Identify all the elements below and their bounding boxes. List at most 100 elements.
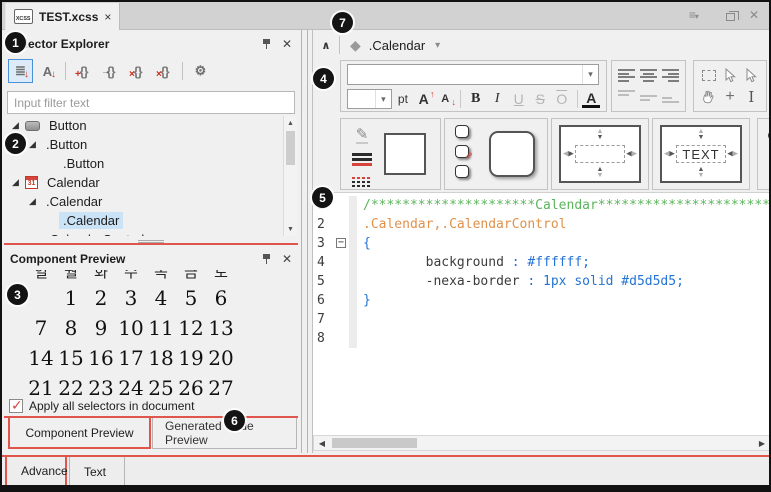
code-line[interactable]: 8 [313, 329, 771, 348]
scroll-down-icon[interactable]: ▼ [284, 222, 297, 236]
doc-tab-close-icon[interactable]: × [104, 11, 111, 23]
cursor-tools-group: + I [693, 60, 767, 112]
tree-row[interactable]: ▷.CalendarControl [4, 230, 283, 236]
chevron-down-icon[interactable]: ▾ [375, 90, 391, 108]
apply-selectors-checkbox[interactable]: ✓ [9, 399, 23, 413]
scrollbar-thumb[interactable] [286, 131, 295, 165]
add-tool-icon[interactable]: + [725, 89, 734, 105]
scroll-left-icon[interactable]: ◀ [315, 436, 329, 450]
calendar-day-number: 18 [146, 346, 176, 370]
tree-row[interactable]: ◢31Calendar [4, 173, 283, 192]
goto-selector-button[interactable]: {}→ [98, 59, 123, 83]
valign-middle-icon[interactable] [640, 90, 657, 103]
delete-all-selectors-button[interactable]: {}× [152, 59, 177, 83]
delete-selector-button[interactable]: {}× [125, 59, 150, 83]
valign-bottom-icon[interactable] [662, 90, 679, 103]
selector-dropdown-icon[interactable]: ▾ [435, 40, 440, 51]
text-padding-editor-group[interactable]: ▲▼ ▲▼ ◀▶ ◀▶ TEXT [652, 118, 750, 190]
code-token: background [426, 253, 504, 272]
decrease-font-button[interactable]: A↓ [435, 93, 455, 105]
strikethrough-button[interactable]: S [530, 91, 550, 107]
radius-option-icon[interactable] [455, 165, 469, 178]
scrollbar-thumb[interactable] [332, 438, 417, 448]
tree-row[interactable]: ◢Button [4, 116, 283, 135]
tree-expander-icon[interactable]: ◢ [27, 139, 38, 150]
scroll-up-icon[interactable]: ▲ [284, 116, 297, 130]
align-left-icon[interactable] [618, 69, 635, 82]
fold-minus-icon[interactable]: − [336, 238, 346, 248]
solid-border-icon[interactable] [352, 153, 372, 168]
code-line[interactable]: 6} [313, 291, 771, 310]
code-line[interactable]: 7 [313, 310, 771, 329]
day-header-text: 목 [146, 270, 176, 282]
panel-close-icon[interactable]: ✕ [282, 38, 292, 50]
font-size-combobox[interactable]: ▾ [347, 89, 392, 109]
fold-marker-icon[interactable]: − [335, 234, 349, 253]
tree-expander-icon[interactable]: ◢ [10, 120, 21, 131]
tree-expander-icon[interactable]: ◢ [10, 177, 21, 188]
settings-button[interactable]: ⚙ [188, 59, 213, 83]
add-selector-button[interactable]: {}+ [71, 59, 96, 83]
close-icon[interactable]: ✕ [749, 9, 759, 21]
mode-tab-text[interactable]: Text [69, 457, 125, 487]
tree-vertical-scrollbar[interactable]: ▲ ▼ [283, 116, 297, 236]
fold-margin [335, 272, 349, 291]
tree-row[interactable]: ◢.Calendar [4, 192, 283, 211]
corner-radius-group[interactable]: ✎ [444, 118, 548, 190]
radius-option-edit-icon[interactable]: ✎ [455, 145, 469, 158]
increase-font-button[interactable]: A↑ [414, 91, 434, 107]
code-token: { [363, 234, 371, 253]
valign-top-icon[interactable] [618, 90, 635, 103]
doc-tab-test-xcss[interactable]: XCSS TEST.xcss × [5, 3, 120, 30]
xcss-editor-window: XCSS TEST.xcss × ≡▾ ✕ Selector Explorer … [0, 0, 771, 492]
marquee-select-icon[interactable] [702, 70, 716, 81]
font-family-combobox[interactable]: ▾ [347, 64, 599, 85]
tree-item-label: Calendar [43, 174, 104, 191]
tree-row[interactable]: .Calendar [4, 211, 283, 230]
sort-alpha-button[interactable]: A↓ [35, 59, 60, 83]
preview-tab-component-preview[interactable]: Component Preview [8, 418, 151, 449]
tree-expander-icon[interactable]: ◢ [27, 196, 38, 207]
pin-icon[interactable] [262, 253, 271, 264]
pointer-cursor-icon[interactable] [723, 68, 737, 83]
border-style-group[interactable]: ✎ [340, 118, 441, 190]
tree-expander-icon[interactable]: ▷ [27, 234, 38, 236]
font-color-button[interactable]: A [582, 91, 600, 108]
window-list-menu-icon[interactable]: ≡▾ [689, 9, 698, 21]
code-line[interactable]: 4 background : #ffffff; [313, 253, 771, 272]
chevron-down-icon[interactable]: ▾ [582, 65, 598, 84]
fold-margin [335, 215, 349, 234]
collapse-chevron-icon[interactable]: ∧ [313, 39, 339, 52]
bold-button[interactable]: B [466, 91, 486, 107]
pin-icon[interactable] [262, 38, 271, 49]
tree-row[interactable]: .Button [4, 154, 283, 173]
dashed-border-icon[interactable] [352, 177, 372, 189]
pointer-cursor-alt-icon[interactable] [744, 68, 758, 83]
text-cursor-icon[interactable]: I [748, 88, 754, 106]
code-line[interactable]: 1/*********************Calendar*********… [313, 196, 771, 215]
align-right-icon[interactable] [662, 69, 679, 82]
scroll-right-icon[interactable]: ▶ [755, 436, 769, 450]
code-horizontal-scrollbar[interactable]: ◀ ▶ [313, 435, 771, 451]
underline-button[interactable]: U [509, 91, 529, 107]
tree-row[interactable]: ◢.Button [4, 135, 283, 154]
filter-input[interactable] [7, 91, 295, 114]
code-line[interactable]: 3−{ [313, 234, 771, 253]
align-center-icon[interactable] [640, 69, 657, 82]
border-preview-swatch[interactable] [384, 133, 426, 175]
mode-tab-advance[interactable]: Advance [5, 457, 67, 487]
code-line[interactable]: 2.Calendar,.CalendarControl [313, 215, 771, 234]
panel-close-icon[interactable]: ✕ [282, 253, 292, 265]
pencil-icon[interactable]: ✎ [356, 127, 369, 144]
xcss-code-editor[interactable]: 1/*********************Calendar*********… [313, 192, 771, 435]
italic-button[interactable]: I [487, 91, 507, 107]
radius-option-icon[interactable] [455, 125, 469, 138]
overline-button[interactable]: O [552, 91, 572, 107]
sort-order-button[interactable]: ≣↓ [8, 59, 33, 83]
vertical-splitter[interactable] [298, 30, 312, 453]
radius-preview-swatch[interactable] [489, 131, 535, 177]
padding-editor-group[interactable]: ▲▼ ▲▼ ◀▶ ◀▶ [551, 118, 649, 190]
hand-tool-icon[interactable] [701, 89, 716, 104]
restore-icon[interactable] [726, 10, 735, 21]
code-line[interactable]: 5 -nexa-border : 1px solid #d5d5d5; [313, 272, 771, 291]
